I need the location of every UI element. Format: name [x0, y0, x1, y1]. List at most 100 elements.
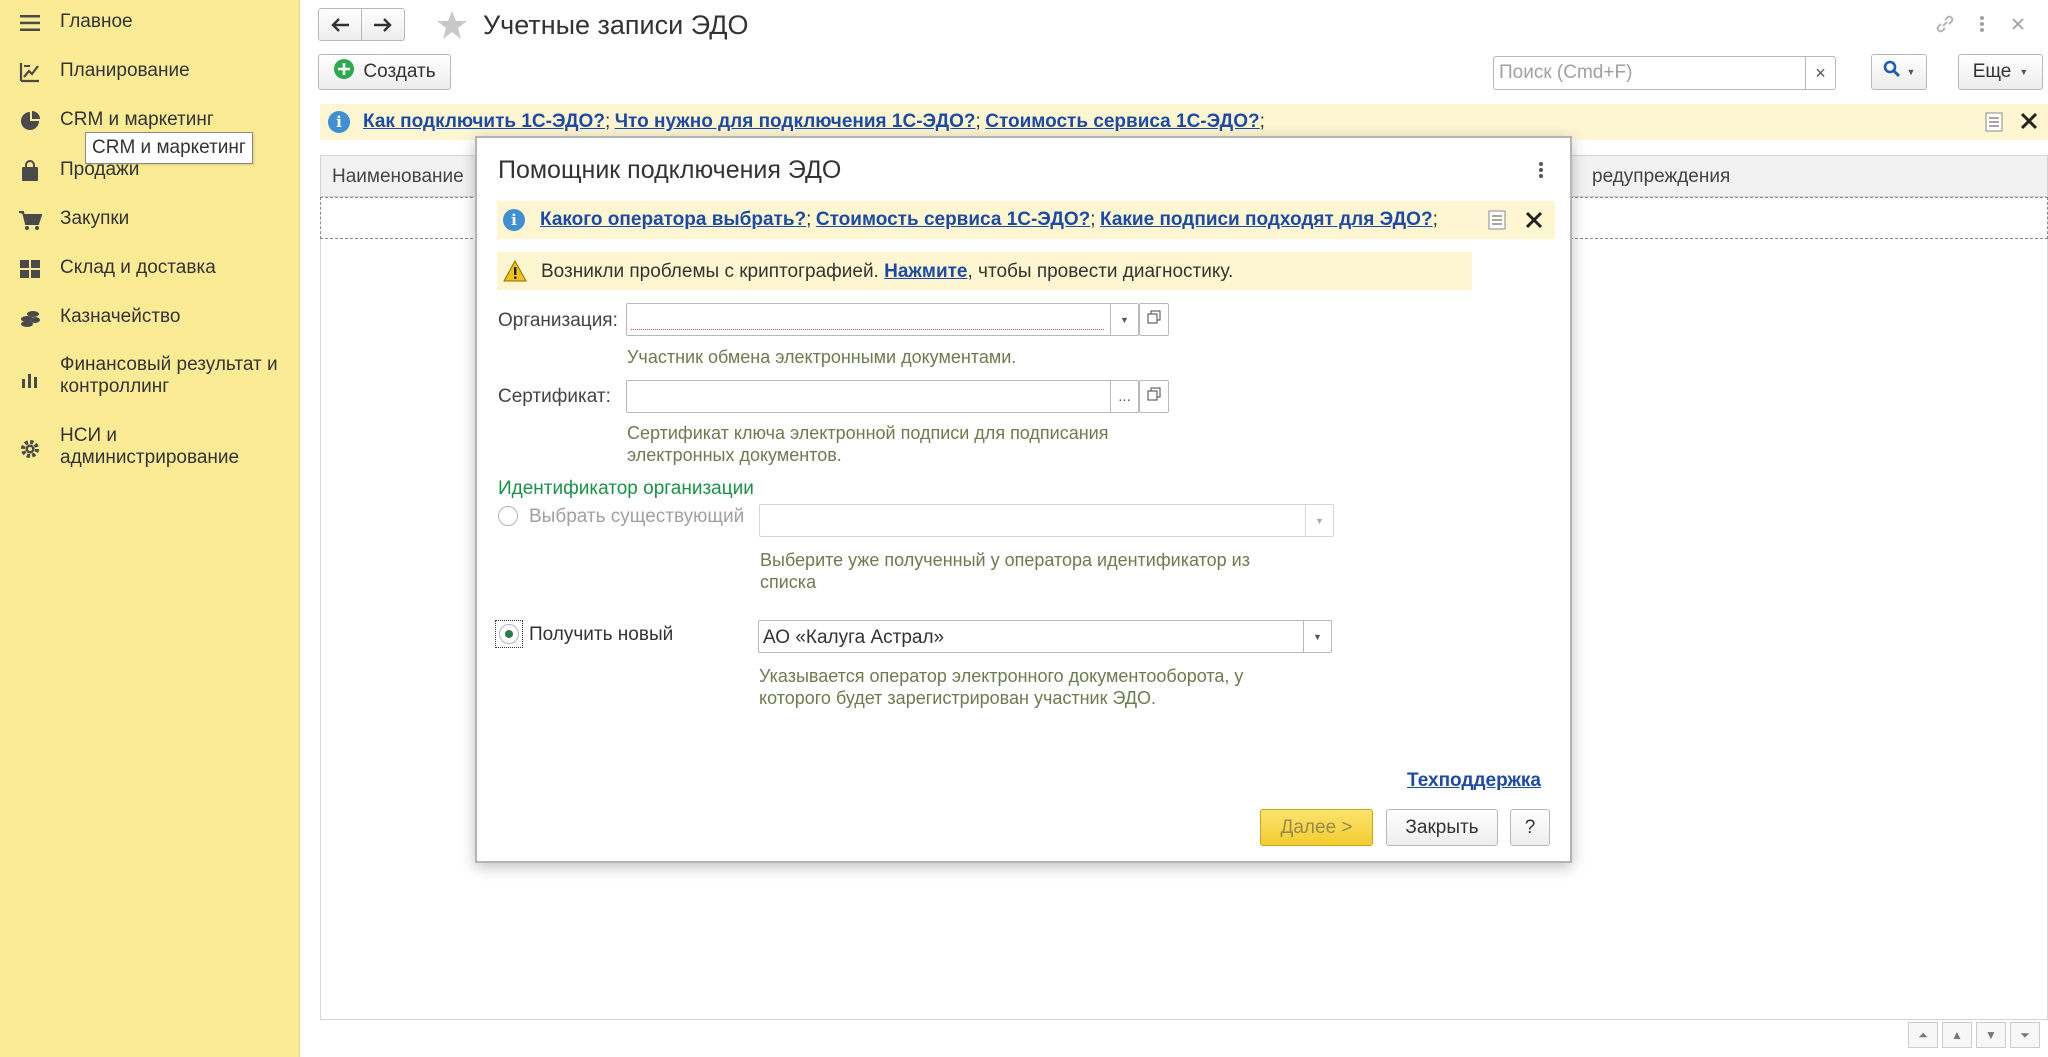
- scroll-down-button[interactable]: ▼: [1976, 1022, 2006, 1048]
- chevron-down-icon: ▼: [1313, 631, 1322, 642]
- info-link-service-cost[interactable]: Стоимость сервиса 1С-ЭДО?: [816, 209, 1090, 230]
- certificate-field[interactable]: ...: [626, 380, 1139, 413]
- sidebar-item-treasury[interactable]: Казначейство: [0, 306, 300, 332]
- search-box: ×: [1493, 56, 1836, 90]
- get-new-hint: Указывается оператор электронного докуме…: [759, 666, 1244, 708]
- dialog-title: Помощник подключения ЭДО: [498, 156, 842, 184]
- chevron-down-icon: ▼: [1120, 314, 1129, 325]
- existing-id-field: ▼: [759, 504, 1334, 537]
- sidebar-item-label: Планирование: [60, 60, 190, 81]
- dialog-info-bar: i Какого оператора выбрать?; Стоимость с…: [497, 201, 1555, 239]
- info-link-signatures[interactable]: Какие подписи подходят для ЭДО?: [1100, 209, 1433, 230]
- column-warnings[interactable]: редупреждения: [1592, 166, 1730, 188]
- info-icon: i: [503, 209, 525, 231]
- certificate-open-button[interactable]: [1139, 380, 1169, 413]
- next-button[interactable]: Далее >: [1260, 809, 1373, 846]
- forward-button[interactable]: [361, 8, 405, 41]
- crypto-warning-bar: Возникли проблемы с криптографией. Нажми…: [497, 252, 1472, 290]
- organization-hint: Участник обмена электронными документами…: [627, 347, 1017, 367]
- search-options-button[interactable]: ▼: [1871, 54, 1927, 90]
- info-icon: i: [328, 111, 350, 133]
- dialog-info-links: Какого оператора выбрать?; Стоимость сер…: [540, 209, 1438, 230]
- help-button[interactable]: ?: [1510, 809, 1550, 846]
- sidebar-item-label: Склад и доставка: [60, 257, 216, 278]
- sidebar-item-warehouse[interactable]: Склад и доставка: [0, 257, 300, 283]
- existing-id-dropdown-button: ▼: [1305, 505, 1333, 536]
- sidebar-item-finance[interactable]: Финансовый результат и контроллинг: [0, 354, 300, 402]
- info-bar: i Как подключить 1С-ЭДО?; Что нужно для …: [320, 104, 2048, 140]
- certificate-label: Сертификат:: [498, 386, 611, 407]
- shopping-bag-icon: [18, 159, 42, 183]
- link-icon[interactable]: [1933, 12, 1957, 36]
- search-clear-button[interactable]: ×: [1805, 57, 1835, 89]
- close-info-icon[interactable]: [2020, 112, 2038, 135]
- sidebar-item-label: Закупки: [60, 208, 130, 229]
- sidebar-item-label: Главное: [60, 11, 133, 32]
- info-link-pricing[interactable]: Стоимость сервиса 1С-ЭДО?: [985, 111, 1259, 132]
- operator-field[interactable]: АО «Калуга Астрал» ▼: [758, 620, 1332, 653]
- bar-chart-icon: [18, 367, 42, 391]
- list-icon[interactable]: [1488, 210, 1506, 235]
- scroll-up-button[interactable]: ▲: [1942, 1022, 1972, 1048]
- back-button[interactable]: [318, 8, 362, 41]
- org-id-section-title: Идентификатор организации: [498, 478, 754, 499]
- organization-open-button[interactable]: [1139, 303, 1169, 336]
- tech-support-link[interactable]: Техподдержка: [1407, 770, 1541, 792]
- more-button[interactable]: Еще ▼: [1958, 54, 2043, 90]
- create-button[interactable]: Создать: [318, 54, 451, 90]
- coins-icon: [18, 306, 42, 330]
- open-window-icon: [1147, 310, 1161, 329]
- sidebar-item-planning[interactable]: Планирование: [0, 60, 300, 86]
- star-icon[interactable]: [436, 9, 468, 41]
- choose-existing-label: Выбрать существующий: [529, 506, 745, 527]
- get-new-radio[interactable]: [499, 624, 519, 644]
- chevron-down-icon: ▼: [1315, 515, 1324, 526]
- plus-circle-icon: [333, 58, 355, 86]
- edo-wizard-dialog: Помощник подключения ЭДО i Какого операт…: [475, 136, 1572, 863]
- more-vertical-icon[interactable]: [1970, 12, 1994, 36]
- operator-dropdown-button[interactable]: ▼: [1303, 621, 1331, 652]
- page-title: Учетные записи ЭДО: [483, 10, 749, 40]
- certificate-select-button[interactable]: ...: [1110, 381, 1138, 412]
- organization-field[interactable]: ▼: [626, 303, 1139, 336]
- info-link-how-to-connect[interactable]: Как подключить 1С-ЭДО?: [363, 111, 605, 132]
- info-link-choose-operator[interactable]: Какого оператора выбрать?: [540, 209, 806, 230]
- info-link-requirements[interactable]: Что нужно для подключения 1С-ЭДО?: [615, 111, 976, 132]
- column-name[interactable]: Наименование: [332, 166, 464, 188]
- chevron-down-icon: ▼: [1906, 67, 1916, 77]
- scroll-bottom-button[interactable]: ⏷: [2010, 1022, 2040, 1048]
- more-vertical-icon[interactable]: [1538, 160, 1544, 180]
- certificate-hint: Сертификат ключа электронной подписи для…: [627, 423, 1109, 465]
- list-icon[interactable]: [1985, 112, 2003, 137]
- sidebar-item-label: Казначейство: [60, 306, 181, 327]
- info-links: Как подключить 1С-ЭДО?; Что нужно для по…: [363, 111, 1265, 132]
- sidebar: Главное Планирование CRM и маркетинг Про…: [0, 0, 300, 1057]
- sidebar-item-admin[interactable]: НСИ и администрирование: [0, 425, 300, 473]
- close-button[interactable]: Закрыть: [1386, 809, 1498, 846]
- menu-icon: [18, 11, 42, 35]
- sidebar-item-label: Финансовый результат и контроллинг: [60, 354, 278, 397]
- diagnostics-link[interactable]: Нажмите: [884, 261, 967, 282]
- warehouse-icon: [18, 257, 42, 281]
- scroll-top-button[interactable]: ⏶: [1908, 1022, 1938, 1048]
- choose-existing-hint: Выберите уже полученный у оператора иден…: [760, 550, 1250, 592]
- close-icon[interactable]: [2006, 12, 2030, 36]
- choose-existing-radio[interactable]: [498, 506, 518, 526]
- get-new-label: Получить новый: [529, 624, 674, 645]
- sidebar-item-label: НСИ и администрирование: [60, 425, 240, 468]
- search-input[interactable]: [1494, 57, 1794, 89]
- sidebar-item-main[interactable]: Главное: [0, 11, 300, 37]
- sidebar-item-label: CRM и маркетинг: [60, 109, 214, 130]
- tooltip: CRM и маркетинг: [85, 132, 253, 164]
- planning-icon: [18, 60, 42, 84]
- more-label: Еще: [1972, 61, 2012, 82]
- open-window-icon: [1147, 387, 1161, 406]
- close-info-icon[interactable]: [1525, 211, 1543, 234]
- create-label: Создать: [363, 61, 436, 82]
- organization-dropdown-button[interactable]: ▼: [1110, 304, 1138, 335]
- sidebar-item-purchases[interactable]: Закупки: [0, 208, 300, 234]
- warning-text: Возникли проблемы с криптографией. Нажми…: [541, 261, 1234, 282]
- pie-chart-icon: [18, 109, 42, 133]
- arrow-right-icon: [373, 17, 393, 33]
- organization-label: Организация:: [498, 310, 618, 331]
